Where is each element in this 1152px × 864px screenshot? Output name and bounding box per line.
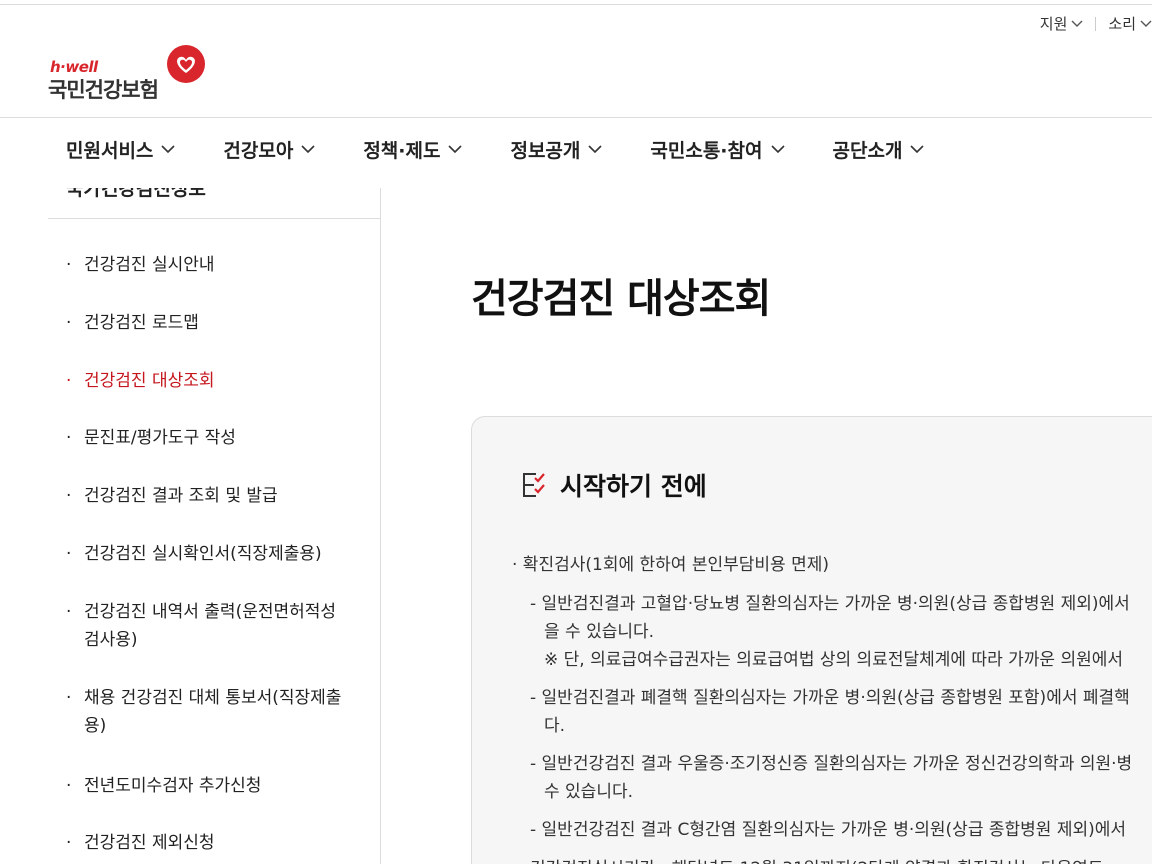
notice-line: 을 수 있습니다. [544,622,655,642]
utility-support-menu[interactable]: 지원 [1040,13,1084,34]
bullet: · [66,833,72,853]
heart-logo-icon [167,45,205,83]
bullet: · [66,486,72,506]
sidebar-item-label: 건강검진 로드맵 [84,313,199,333]
checklist-icon [523,473,545,497]
nav-label: 건강모아 [223,140,294,162]
chevron-down-icon [588,145,602,154]
page-title: 건강검진 대상조회 [471,276,771,322]
sidebar-item-label: 전년도미수검자 추가신청 [84,776,262,796]
chevron-down-icon [1140,20,1152,27]
logo-name: 국민건강보험 [48,78,159,102]
nav-about[interactable]: 공단소개 [833,136,925,163]
nav-label: 민원서비스 [66,140,154,162]
nav-label: 공단소개 [832,140,903,162]
top-border [0,4,1152,5]
sidebar-item-label: 건강검진 대상조회 [84,371,215,391]
bullet: · [66,688,72,708]
chevron-down-icon [770,145,785,154]
notice-line: 건강검진실시기간 : 해당년도 12월 31일까지(2단계 양결과 확진검사는 … [530,855,1103,864]
nav-participation[interactable]: 국민소통·참여 [650,136,785,163]
notice-line: · 확진검사(1회에 한하여 본인부담비용 면제) [512,555,829,575]
notice-line: - 일반검진결과 고혈압·당뇨병 질환의심자는 가까운 병·의원(상급 종합병원… [530,594,1130,614]
nav-disclosure[interactable]: 정보공개 [510,136,602,163]
side-nav-title: 국가건강검진정보 [66,188,206,200]
utility-sound-menu[interactable]: 소리 [1108,13,1152,34]
chevron-down-icon [1071,20,1083,27]
chevron-down-icon [161,145,175,154]
utility-divider [1095,16,1097,31]
nav-label: 정보공개 [510,140,581,162]
sidebar-item-label: 문진표/평가도구 작성 [84,428,236,448]
bullet: · [66,776,72,796]
chevron-down-icon [910,145,924,154]
sidebar-item-label: 건강검진 실시안내 [84,255,215,275]
site-logo[interactable]: h·well 국민건강보험 [48,44,218,102]
nav-policy[interactable]: 정책·제도 [363,136,463,163]
bullet: · [66,602,72,622]
utility-menu: 지원 소리 [1040,13,1152,34]
nav-health-moa[interactable]: 건강모아 [223,136,315,163]
side-nav-divider [48,218,380,219]
notice-header: 시작하기 전에 [520,467,707,503]
nav-label: 정책·제도 [363,140,441,162]
side-navigation: 국가건강검진정보 · 건강검진 실시안내 · 건강검진 로드맵 · 건강검진 대… [48,188,381,864]
bullet: · [66,371,72,391]
main-navigation: 민원서비스 건강모아 정책·제도 정보공개 국민소통·참여 공단소개 [66,136,924,163]
notice-line: - 일반건강검진 결과 C형간염 질환의심자는 가까운 병·의원(상급 종합병원… [530,820,1127,840]
notice-line: - 일반검진결과 폐결핵 질환의심자는 가까운 병·의원(상급 종합병원 포함)… [530,688,1130,708]
sidebar-item-label: 건강검진 결과 조회 및 발급 [84,486,278,506]
chevron-down-icon [448,145,463,154]
sidebar-item-roadmap[interactable]: · 건강검진 로드맵 [66,309,366,337]
notice-line: 다. [544,716,566,736]
utility-support-label: 지원 [1039,15,1068,33]
sidebar-item-confirmation[interactable]: · 건강검진 실시확인서(직장제출용) [66,540,366,568]
sidebar-item-eligibility-lookup[interactable]: · 건강검진 대상조회 [66,367,366,395]
sidebar-item-label: 건강검진 제외신청 [84,833,215,853]
sidebar-item-label-cont: 검사용) [84,630,138,650]
sidebar-item-results[interactable]: · 건강검진 결과 조회 및 발급 [66,482,366,510]
sidebar-item-label: 건강검진 실시확인서(직장제출용) [84,544,322,564]
nav-label: 국민소통·참여 [650,140,763,162]
sidebar-item-employment-notice[interactable]: · 채용 건강검진 대체 통보서(직장제출 용) [66,684,366,740]
utility-sound-label: 소리 [1108,15,1136,33]
notice-card: 시작하기 전에 · 확진검사(1회에 한하여 본인부담비용 면제) - 일반검진… [471,416,1152,864]
sidebar-item-label-cont: 용) [84,716,107,736]
sidebar-item-checkup-guide[interactable]: · 건강검진 실시안내 [66,251,366,279]
sidebar-item-additional-request[interactable]: · 전년도미수검자 추가신청 [66,772,366,800]
sidebar-item-label: 건강검진 내역서 출력(운전면허적성 [84,602,337,622]
notice-line: 수 있습니다. [544,782,634,802]
bullet: · [66,313,72,333]
nav-civil-service[interactable]: 민원서비스 [66,136,175,163]
notice-title: 시작하기 전에 [560,472,707,501]
sidebar-item-questionnaire[interactable]: · 문진표/평가도구 작성 [66,424,366,452]
bullet: · [66,255,72,275]
sidebar-item-history-print[interactable]: · 건강검진 내역서 출력(운전면허적성 검사용) [66,598,366,654]
header-divider [0,117,1152,118]
notice-line: - 일반건강검진 결과 우울증·조기정신증 질환의심자는 가까운 정신건강의학과… [530,754,1133,774]
sidebar-item-exclusion[interactable]: · 건강검진 제외신청 [66,829,366,857]
bullet: · [66,428,72,448]
notice-line: ※ 단, 의료급여수급권자는 의료급여법 상의 의료전달체계에 따라 가까운 의… [544,650,1123,670]
chevron-down-icon [301,145,315,154]
sidebar-item-label: 채용 건강검진 대체 통보서(직장제출 [84,688,342,708]
bullet: · [66,544,72,564]
